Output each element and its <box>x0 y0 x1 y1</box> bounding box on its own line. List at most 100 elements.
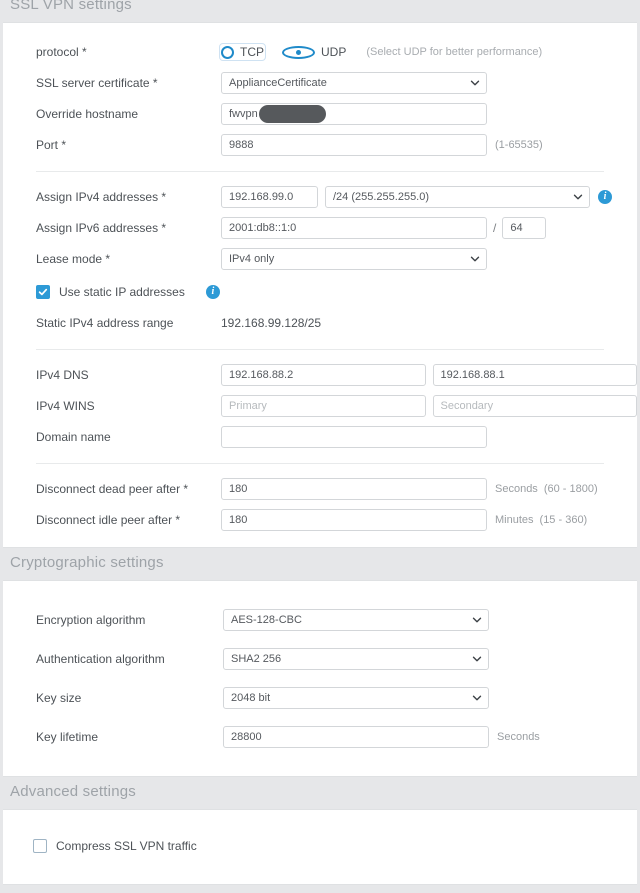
range-hint-idle-peer: (15 - 360) <box>539 514 588 526</box>
unit-disconnect-dead-peer: Seconds (60 - 1800) <box>495 483 598 495</box>
placeholder-ipv4-wins-primary: Primary <box>229 400 267 412</box>
row-override-hostname: Override hostname fwvpn <box>3 99 637 129</box>
radio-protocol-udp[interactable]: UDP <box>282 45 346 59</box>
radio-label-tcp: TCP <box>240 45 264 59</box>
row-compress-ssl-vpn-traffic: Compress SSL VPN traffic <box>3 834 637 858</box>
input-value-ipv4-dns-primary: 192.168.88.2 <box>229 369 294 381</box>
select-value-key-size: 2048 bit <box>231 692 271 704</box>
section-title-cryptographic: Cryptographic settings <box>10 554 164 571</box>
row-lease-mode: Lease mode * IPv4 only <box>3 244 637 274</box>
row-authentication-algorithm: Authentication algorithm SHA2 256 <box>3 640 637 678</box>
input-port[interactable]: 9888 <box>221 134 487 156</box>
input-ipv4-dns-secondary[interactable]: 192.168.88.1 <box>432 364 637 386</box>
select-ssl-server-certificate[interactable]: ApplianceCertificate <box>221 72 487 94</box>
panel-advanced: Compress SSL VPN traffic <box>3 809 637 885</box>
input-ipv4-wins-primary[interactable]: Primary <box>221 395 426 417</box>
input-value-ipv4-dns-secondary: 192.168.88.1 <box>440 369 505 381</box>
section-title-advanced: Advanced settings <box>10 783 136 800</box>
row-ipv4-dns: IPv4 DNS 192.168.88.2 192.168.88.1 <box>3 360 637 390</box>
row-port: Port * 9888 (1-65535) <box>3 130 637 160</box>
select-assign-ipv4-netmask[interactable]: /24 (255.255.255.0) <box>325 186 590 208</box>
chevron-down-icon <box>472 615 482 625</box>
info-icon[interactable]: i <box>598 190 612 204</box>
section-header-cryptographic: Cryptographic settings <box>0 548 640 580</box>
label-encryption-algorithm: Encryption algorithm <box>36 612 146 627</box>
input-value-assign-ipv6-address: 2001:db8::1:0 <box>229 222 297 234</box>
range-hint-dead-peer: (60 - 1800) <box>543 483 598 495</box>
section-header-advanced: Advanced settings <box>0 777 640 809</box>
label-lease-mode: Lease mode * <box>36 251 111 266</box>
unit-disconnect-idle-peer: Minutes (15 - 360) <box>495 514 587 526</box>
section-header-debug: Debug settings <box>0 885 640 893</box>
section-header-ssl-vpn: SSL VPN settings <box>0 0 640 22</box>
input-value-assign-ipv4-address: 192.168.99.0 <box>229 191 294 203</box>
label-use-static-ip: Use static IP addresses <box>59 285 185 299</box>
select-value-authentication-algorithm: SHA2 256 <box>231 653 282 665</box>
label-ipv4-wins: IPv4 WINS <box>36 398 95 413</box>
label-domain-name: Domain name <box>36 429 111 444</box>
input-disconnect-dead-peer[interactable]: 180 <box>221 478 487 500</box>
input-assign-ipv6-address[interactable]: 2001:db8::1:0 <box>221 217 487 239</box>
select-key-size[interactable]: 2048 bit <box>223 687 489 709</box>
label-authentication-algorithm: Authentication algorithm <box>36 651 165 666</box>
chevron-down-icon <box>472 693 482 703</box>
input-ipv4-dns-primary[interactable]: 192.168.88.2 <box>221 364 426 386</box>
label-ipv4-dns: IPv4 DNS <box>36 367 89 382</box>
input-domain-name[interactable] <box>221 426 487 448</box>
chevron-down-icon <box>470 78 480 88</box>
row-key-lifetime: Key lifetime 28800 Seconds <box>3 718 637 756</box>
select-value-lease-mode: IPv4 only <box>229 253 275 265</box>
input-key-lifetime[interactable]: 28800 <box>223 726 489 748</box>
section-title-ssl-vpn: SSL VPN settings <box>10 0 132 13</box>
check-icon <box>38 288 48 296</box>
input-value-disconnect-dead-peer: 180 <box>229 483 248 495</box>
input-value-key-lifetime: 28800 <box>231 731 262 743</box>
input-value-override-hostname: fwvpn <box>229 108 258 120</box>
row-encryption-algorithm: Encryption algorithm AES-128-CBC <box>3 601 637 639</box>
input-value-disconnect-idle-peer: 180 <box>229 514 248 526</box>
input-assign-ipv4-address[interactable]: 192.168.99.0 <box>221 186 318 208</box>
chevron-down-icon <box>573 192 583 202</box>
port-range-hint: (1-65535) <box>495 139 543 151</box>
input-value-port: 9888 <box>229 139 254 151</box>
value-static-ipv4-range: 192.168.99.128/25 <box>221 316 322 330</box>
chevron-down-icon <box>472 654 482 664</box>
divider-network <box>36 171 604 172</box>
divider-timers <box>36 463 604 464</box>
unit-key-lifetime: Seconds <box>497 731 540 743</box>
ssl-vpn-settings-page: SSL VPN settings protocol * TCP UDP (Sel… <box>0 0 640 893</box>
row-ssl-server-certificate: SSL server certificate * ApplianceCertif… <box>3 68 637 98</box>
checkbox-compress-ssl-vpn-traffic[interactable] <box>33 839 47 853</box>
row-use-static-ip: Use static IP addresses i <box>3 280 637 304</box>
row-assign-ipv6: Assign IPv6 addresses * 2001:db8::1:0 / … <box>3 213 637 243</box>
label-protocol: protocol * <box>36 44 87 59</box>
row-protocol: protocol * TCP UDP (Select UDP for bette… <box>3 37 637 67</box>
protocol-radio-group[interactable]: TCP UDP <box>219 43 364 61</box>
select-encryption-algorithm[interactable]: AES-128-CBC <box>223 609 489 631</box>
input-ipv4-wins-secondary[interactable]: Secondary <box>432 395 637 417</box>
select-value-ssl-server-certificate: ApplianceCertificate <box>229 77 327 89</box>
label-ssl-server-certificate: SSL server certificate * <box>36 75 158 90</box>
row-disconnect-idle-peer: Disconnect idle peer after * 180 Minutes… <box>3 505 637 535</box>
radio-label-udp: UDP <box>321 45 347 59</box>
select-lease-mode[interactable]: IPv4 only <box>221 248 487 270</box>
row-static-ipv4-range: Static IPv4 address range 192.168.99.128… <box>3 308 637 338</box>
radio-protocol-tcp[interactable]: TCP <box>219 43 266 61</box>
select-value-assign-ipv4-netmask: /24 (255.255.255.0) <box>333 191 430 203</box>
checkbox-use-static-ip[interactable] <box>36 285 50 299</box>
label-disconnect-idle-peer: Disconnect idle peer after * <box>36 512 181 527</box>
input-assign-ipv6-prefix[interactable]: 64 <box>502 217 547 239</box>
label-key-size: Key size <box>36 690 82 705</box>
ipv6-prefix-separator: / <box>493 221 497 235</box>
label-assign-ipv4: Assign IPv4 addresses * <box>36 189 167 204</box>
unit-label-dead-peer: Seconds <box>495 483 538 495</box>
row-domain-name: Domain name <box>3 422 637 452</box>
info-icon[interactable]: i <box>205 285 220 299</box>
row-ipv4-wins: IPv4 WINS Primary Secondary <box>3 391 637 421</box>
select-authentication-algorithm[interactable]: SHA2 256 <box>223 648 489 670</box>
row-disconnect-dead-peer: Disconnect dead peer after * 180 Seconds… <box>3 474 637 504</box>
input-disconnect-idle-peer[interactable]: 180 <box>221 509 487 531</box>
label-override-hostname: Override hostname <box>36 106 139 121</box>
radio-circle-tcp <box>221 45 234 59</box>
protocol-hint: (Select UDP for better performance) <box>366 46 543 58</box>
